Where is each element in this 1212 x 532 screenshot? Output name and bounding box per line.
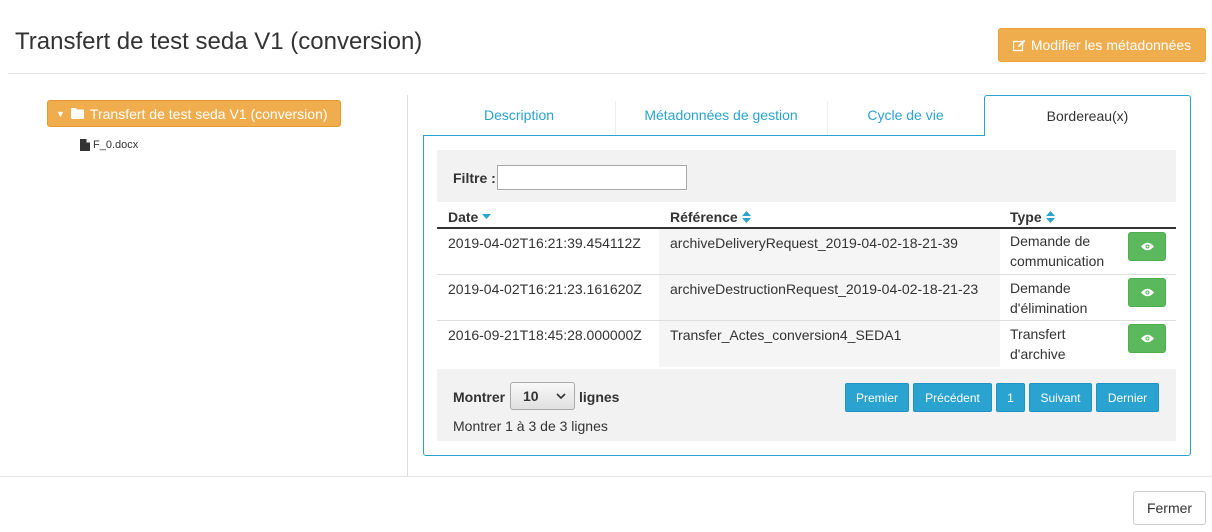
tab-management-metadata[interactable]: Métadonnées de gestion [615, 95, 827, 135]
tab-lifecycle-label: Cycle de vie [867, 107, 944, 123]
column-header-date[interactable]: Date [448, 206, 492, 228]
row-type: Demande de communication [1010, 231, 1104, 271]
caret-down-icon: ▼ [56, 108, 65, 119]
row-type: Transfert d'archive [1010, 324, 1066, 364]
table-footer: Montrer 10 lignes Montrer 1 à 3 de 3 lig… [437, 369, 1176, 441]
row-reference: Transfer_Actes_conversion4_SEDA1 [670, 327, 902, 343]
file-icon [80, 139, 90, 151]
edit-metadata-label: Modifier les métadonnées [1030, 37, 1192, 53]
tab-description-label: Description [483, 107, 555, 123]
tree-root-node[interactable]: ▼ Transfert de test seda V1 (conversion) [47, 100, 341, 127]
first-page-button[interactable]: Premier [845, 383, 909, 412]
page-1-button[interactable]: 1 [996, 383, 1025, 412]
row-type-line2: communication [1010, 253, 1105, 269]
edit-metadata-button[interactable]: Modifier les métadonnées [998, 28, 1206, 62]
sort-desc-icon [482, 214, 492, 219]
column-header-reference[interactable]: Référence [670, 206, 751, 228]
last-page-button[interactable]: Dernier [1096, 383, 1159, 412]
view-button[interactable] [1128, 278, 1166, 307]
lines-label: lignes [579, 389, 620, 405]
footer-divider [0, 476, 1212, 477]
header: Transfert de test seda V1 (conversion) M… [0, 0, 1212, 74]
edit-icon [1012, 39, 1026, 51]
sort-icon [1045, 211, 1055, 223]
next-page-button[interactable]: Suivant [1029, 383, 1092, 412]
filter-label: Filtre : [453, 170, 496, 186]
header-divider [8, 73, 1206, 74]
row-type-line1: Demande de [1010, 233, 1091, 249]
sort-icon [741, 211, 751, 223]
row-date: 2019-04-02T16:21:39.454112Z [448, 235, 641, 251]
row-type-line2: d'archive [1010, 346, 1066, 362]
pane-divider [407, 95, 408, 476]
tree-root-label: Transfert de test seda V1 (conversion) [89, 105, 328, 122]
row-type-line1: Transfert [1010, 326, 1066, 342]
filter-bar: Filtre : [437, 150, 1176, 202]
eye-icon [1140, 242, 1154, 251]
pagination-info: Montrer 1 à 3 de 3 lignes [453, 418, 608, 434]
view-button[interactable] [1128, 324, 1166, 353]
row-reference: archiveDestructionRequest_2019-04-02-18-… [670, 281, 979, 297]
previous-page-button[interactable]: Précédent [913, 383, 992, 412]
eye-icon [1140, 288, 1154, 297]
show-label: Montrer [453, 389, 506, 405]
column-header-reference-label: Référence [670, 209, 738, 225]
column-header-type-label: Type [1010, 209, 1042, 225]
filter-input[interactable] [497, 165, 687, 190]
tab-bordereaux-label: Bordereau(x) [1046, 108, 1129, 124]
view-button[interactable] [1128, 232, 1166, 261]
table-row: 2016-09-21T18:45:28.000000Z Transfer_Act… [437, 321, 1176, 367]
tree-file-label: F_0.docx [93, 139, 139, 151]
eye-icon [1140, 334, 1154, 343]
tab-description[interactable]: Description [423, 95, 615, 135]
tab-bordereaux[interactable]: Bordereau(x) [984, 95, 1191, 136]
page-title: Transfert de test seda V1 (conversion) [15, 28, 423, 55]
table-row: 2019-04-02T16:21:23.161620Z archiveDestr… [437, 275, 1176, 321]
folder-icon [70, 108, 84, 119]
row-date: 2016-09-21T18:45:28.000000Z [448, 327, 642, 343]
row-type-line2: d'élimination [1010, 300, 1088, 316]
row-type-line1: Demande [1010, 280, 1071, 296]
table-row: 2019-04-02T16:21:39.454112Z archiveDeliv… [437, 229, 1176, 275]
row-type: Demande d'élimination [1010, 278, 1087, 318]
tree-file-node[interactable]: F_0.docx [80, 139, 138, 151]
row-reference: archiveDeliveryRequest_2019-04-02-18-21-… [670, 235, 958, 251]
chevron-down-icon [556, 393, 566, 399]
tab-lifecycle[interactable]: Cycle de vie [827, 95, 984, 135]
page-size-value: 10 [523, 388, 539, 404]
page-size-select[interactable]: 10 [510, 382, 575, 410]
tab-management-metadata-label: Métadonnées de gestion [644, 107, 798, 123]
column-header-date-label: Date [448, 209, 479, 225]
close-button[interactable]: Fermer [1133, 491, 1206, 525]
column-header-type[interactable]: Type [1010, 206, 1055, 228]
row-date: 2019-04-02T16:21:23.161620Z [448, 281, 642, 297]
